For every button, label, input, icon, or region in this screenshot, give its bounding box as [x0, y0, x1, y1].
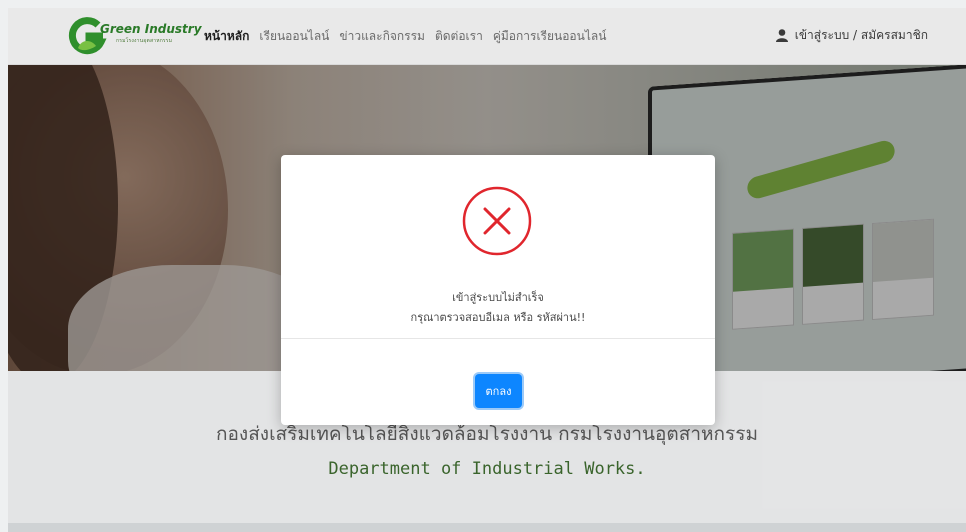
top-navbar: Green Industry กรมโรงงานอุตสาหกรรม หน้าห…: [8, 8, 966, 65]
login-failed-dialog: เข้าสู่ระบบไม่สำเร็จ กรุณาตรวจสอบอีเมล ห…: [281, 155, 715, 425]
error-x-circle-icon: [462, 186, 532, 256]
login-register-link[interactable]: เข้าสู่ระบบ / สมัครสมาชิก: [775, 26, 928, 45]
green-industry-logo[interactable]: Green Industry กรมโรงงานอุตสาหกรรม: [68, 16, 202, 56]
nav-contact[interactable]: ติดต่อเรา: [435, 27, 483, 46]
nav-news-activities[interactable]: ข่าวและกิจกรรม: [339, 27, 425, 46]
user-icon: [775, 29, 788, 42]
logo-title: Green Industry: [100, 22, 202, 36]
dialog-divider: [281, 338, 715, 339]
logo-subtitle: กรมโรงงานอุตสาหกรรม: [116, 38, 173, 44]
nav-home[interactable]: หน้าหลัก: [204, 27, 249, 46]
dialog-message-detail: กรุณาตรวจสอบอีเมล หรือ รหัสผ่าน!!: [410, 311, 586, 324]
nav-online-learning[interactable]: เรียนออนไลน์: [259, 27, 329, 46]
ok-button[interactable]: ตกลง: [475, 374, 522, 408]
main-nav: หน้าหลัก เรียนออนไลน์ ข่าวและกิจกรรม ติด…: [204, 27, 606, 46]
login-label: เข้าสู่ระบบ / สมัครสมาชิก: [794, 28, 928, 42]
page-frame: Green Industry กรมโรงงานอุตสาหกรรม หน้าห…: [8, 8, 966, 532]
nav-manual[interactable]: คู่มือการเรียนออนไลน์: [493, 27, 607, 46]
footer-strip: [8, 523, 966, 532]
dialog-message-title: เข้าสู่ระบบไม่สำเร็จ: [452, 291, 544, 304]
